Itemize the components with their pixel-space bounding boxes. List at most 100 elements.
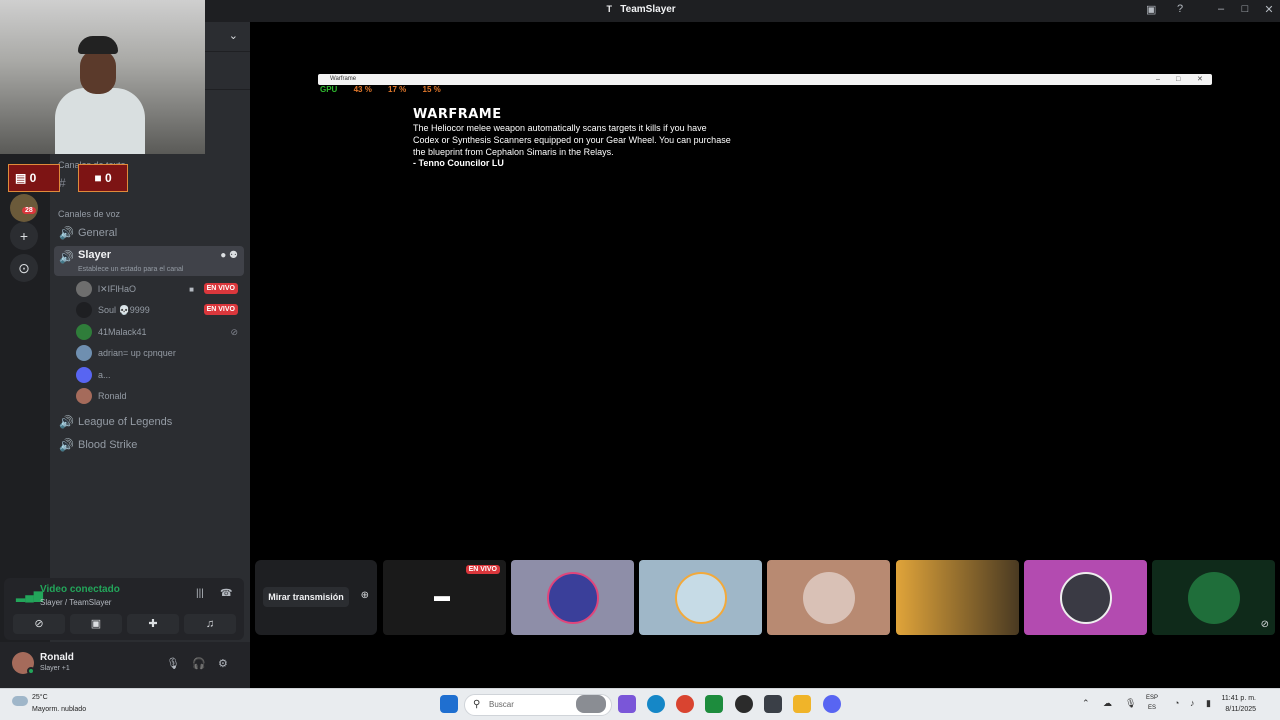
live-badge: EN VIVO: [203, 304, 238, 315]
user-status: Slayer +1: [40, 665, 70, 672]
user-panel: Ronald Slayer +1 🎙 🎧 ⚙: [0, 642, 250, 688]
avatar: [803, 572, 855, 624]
inbox-icon[interactable]: ▣: [1146, 3, 1156, 16]
camera-icon: ■: [189, 285, 194, 294]
avatar: [76, 367, 92, 383]
obs-icon[interactable]: [735, 695, 753, 713]
username[interactable]: Ronald: [40, 652, 74, 663]
mic-muted-icon: ⊘: [1260, 619, 1269, 630]
participant-strip: Mirar transmisión ⊕ EN VIVO ▬ ⊘: [255, 560, 1280, 636]
voice-member[interactable]: Soul 💀9999 EN VIVO: [76, 301, 244, 321]
volume-icon[interactable]: ♪: [1190, 698, 1195, 708]
avatar: [675, 572, 727, 624]
loading-tip: The Heliocor melee weapon automatically …: [413, 123, 731, 157]
file-icon: ▤: [15, 171, 30, 185]
chevron-up-icon[interactable]: ⌃: [1082, 698, 1090, 709]
live-badge: EN VIVO: [465, 565, 500, 574]
participant-tile[interactable]: [511, 560, 634, 635]
performance-hud: GPU 43 % 17 % 15 %: [320, 85, 441, 94]
headphones-icon[interactable]: 🎧: [192, 657, 206, 670]
edge-icon[interactable]: [647, 695, 665, 713]
voice-member[interactable]: l✕IFlHaO ■ EN VIVO: [76, 280, 244, 300]
cloud-sync-icon[interactable]: ☁: [1103, 698, 1112, 709]
voice-member[interactable]: a...: [76, 366, 244, 386]
discord-icon[interactable]: [823, 695, 841, 713]
battery-icon[interactable]: ▮: [1206, 698, 1211, 709]
square-icon: ■: [94, 171, 105, 185]
app-icon[interactable]: [764, 695, 782, 713]
voice-member[interactable]: adrian= up cpnquer: [76, 344, 244, 364]
wifi-icon[interactable]: ◔: [1174, 698, 1179, 708]
tip-author: - Tenno Councilor LU: [413, 158, 504, 168]
voice-member[interactable]: 41Malack41 ⊘: [76, 323, 244, 343]
noise-suppression-icon[interactable]: |||: [196, 588, 204, 599]
mention-badge: 28: [22, 207, 36, 214]
category-voice[interactable]: Canales de voz: [58, 209, 120, 219]
avatar: [1060, 572, 1112, 624]
game-window-bar: Warframe – □ ✕: [318, 74, 1212, 85]
participant-tile[interactable]: [767, 560, 890, 635]
copilot-icon[interactable]: [618, 695, 636, 713]
participant-tile[interactable]: [639, 560, 762, 635]
soundboard-button[interactable]: ♫: [184, 614, 236, 634]
voice-status[interactable]: Video conectado: [40, 584, 120, 595]
speaker-icon: 🔊: [59, 415, 74, 429]
microphone-icon[interactable]: 🎙: [1125, 698, 1136, 709]
webcam-overlay: [0, 0, 205, 154]
stream-view[interactable]: Warframe – □ ✕ GPU 43 % 17 % 15 % WARFRA…: [318, 74, 1212, 544]
soundboard-icon: ♫: [205, 618, 215, 630]
avatar: [76, 281, 92, 297]
voice-location[interactable]: Slayer / TeamSlayer: [40, 598, 111, 607]
participant-tile[interactable]: [896, 560, 1019, 635]
avatar: [76, 345, 92, 361]
server-icon: T: [606, 4, 613, 14]
clock[interactable]: 11:41 p. m. 8/11/2025: [1221, 693, 1256, 715]
activities-button[interactable]: ✚: [127, 614, 179, 634]
watch-stream-button[interactable]: Mirar transmisión: [263, 587, 349, 607]
minimize-button[interactable]: –: [1209, 3, 1233, 15]
start-icon[interactable]: [440, 695, 458, 713]
widget-image[interactable]: [576, 695, 606, 713]
voice-channel-blood-strike[interactable]: 🔊 Blood Strike: [54, 434, 244, 456]
online-status-icon: [27, 667, 35, 675]
overlay-counter-right: ■ 0: [78, 164, 128, 192]
language-indicator[interactable]: ESP ES: [1146, 693, 1158, 713]
camera-off-icon: ⊘: [34, 618, 44, 630]
chrome-icon[interactable]: [676, 695, 694, 713]
chat-icon[interactable]: ● ⚉: [220, 245, 238, 267]
game-logo: WARFRAME: [413, 107, 502, 122]
voice-connection-panel: ▂▄▆ Video conectado Slayer / TeamSlayer …: [4, 578, 244, 640]
participant-tile[interactable]: [1024, 560, 1147, 635]
webcam-person: [55, 88, 145, 154]
minimize-icon: –: [1156, 76, 1160, 83]
close-button[interactable]: ✕: [1257, 3, 1280, 16]
maximize-button[interactable]: □: [1233, 3, 1257, 15]
voice-member[interactable]: Ronald: [76, 387, 244, 407]
voice-channel-league[interactable]: 🔊 League of Legends: [54, 411, 244, 433]
file-explorer-icon[interactable]: [793, 695, 811, 713]
deafened-icon: ⊘: [230, 327, 238, 337]
screen-share-button[interactable]: ▣: [70, 614, 122, 634]
chevron-down-icon: ⌄: [228, 30, 238, 42]
maximize-icon: □: [1176, 76, 1181, 83]
avatar: [547, 572, 599, 624]
discover-icon[interactable]: ⊙: [10, 254, 38, 282]
signal-icon[interactable]: ▂▄▆: [16, 588, 43, 602]
stream-tile[interactable]: EN VIVO ▬: [383, 560, 506, 635]
zoom-icon[interactable]: ⊕: [361, 590, 369, 601]
hash-icon: #: [59, 176, 66, 190]
search-icon: ⚲: [473, 699, 481, 710]
microphone-icon[interactable]: 🎙: [166, 657, 180, 670]
settings-gear-icon[interactable]: ⚙: [218, 657, 228, 670]
participant-tile[interactable]: ⊘: [1152, 560, 1275, 635]
watch-stream-tile: Mirar transmisión ⊕: [255, 560, 377, 635]
help-icon[interactable]: ?: [1177, 3, 1183, 15]
channel-status[interactable]: Establece un estado para el canal: [78, 265, 183, 274]
app-icon[interactable]: [705, 695, 723, 713]
camera-toggle-button[interactable]: ⊘: [13, 614, 65, 634]
add-server-icon[interactable]: +: [10, 222, 38, 250]
voice-channel-slayer[interactable]: 🔊 Slayer Establece un estado para el can…: [54, 246, 244, 276]
voice-channel-general[interactable]: 🔊 General: [54, 222, 244, 244]
disconnect-icon[interactable]: ☎: [220, 588, 232, 599]
close-icon: ✕: [1197, 76, 1203, 83]
